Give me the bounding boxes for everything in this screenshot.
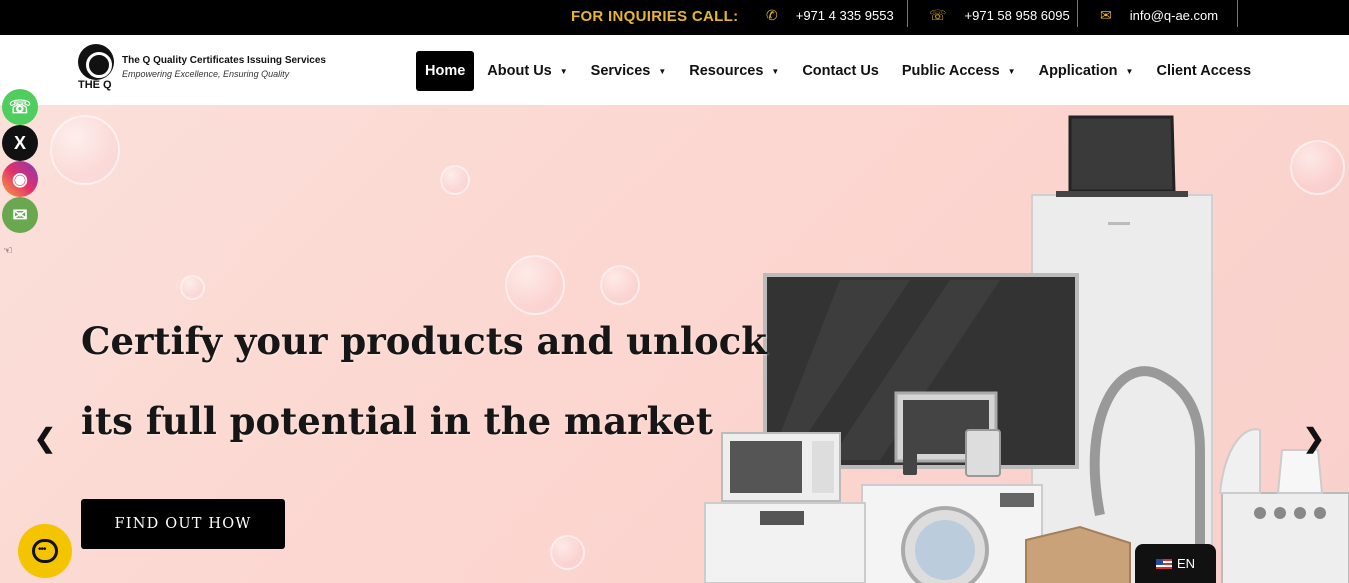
hero-headline-line2: its full potential in the market (81, 399, 713, 443)
logo-title[interactable]: The Q Quality Certificates Issuing Servi… (122, 55, 326, 66)
nav-services[interactable]: Services ▼ (582, 51, 676, 91)
whatsapp-icon: ☏ (929, 6, 947, 23)
chevron-left-icon[interactable]: ❮ (34, 423, 56, 454)
chat-bubble-icon (32, 539, 58, 563)
nav-label: Public Access (901, 63, 1000, 79)
nav-resources[interactable]: Resources ▼ (680, 51, 788, 91)
logo-word: THE Q (78, 79, 112, 91)
chevron-right-icon[interactable]: ❯ (1303, 423, 1325, 454)
site-header: THE Q The Q Quality Certificates Issuing… (0, 35, 1349, 105)
bubble-decoration (550, 535, 585, 570)
hero-slider: Certify your products and unlock its ful… (0, 105, 1349, 583)
bubble-decoration (50, 115, 120, 185)
caret-down-icon: ▼ (1125, 66, 1134, 76)
email-contact[interactable]: ✉ info@q-ae.com (1100, 3, 1218, 27)
caret-down-icon: ▼ (1007, 66, 1016, 76)
phone-number: +971 4 335 9553 (795, 7, 894, 23)
logo-icon[interactable] (78, 44, 114, 80)
instagram-share-icon[interactable]: ◉ (2, 161, 38, 197)
bubble-decoration (440, 165, 470, 195)
phone-contact[interactable]: ✆ +971 4 335 9553 (766, 3, 894, 27)
caret-down-icon: ▼ (658, 66, 667, 76)
us-flag-icon (1155, 558, 1172, 569)
bubble-decoration (600, 265, 640, 305)
whatsapp-contact[interactable]: ☏ +971 58 958 6095 (929, 3, 1070, 27)
logo-tagline: Empowering Excellence, Ensuring Quality (122, 69, 290, 79)
divider (1077, 0, 1078, 27)
nav-label: Resources (689, 63, 764, 79)
nav-label: Application (1038, 63, 1118, 79)
nav-public-access[interactable]: Public Access ▼ (893, 51, 1025, 91)
x-share-icon[interactable]: X (2, 125, 38, 161)
email-address: info@q-ae.com (1129, 7, 1219, 23)
collapse-hand-icon[interactable]: ☜ (3, 244, 13, 257)
email-icon: ✉ (1100, 6, 1112, 23)
nav-label: Contact Us (802, 63, 879, 79)
chat-widget-button[interactable] (18, 524, 72, 578)
language-switcher[interactable]: EN (1135, 544, 1216, 583)
nav-label: About Us (487, 63, 552, 79)
hero-headline-line1: Certify your products and unlock (81, 319, 767, 363)
nav-home[interactable]: Home (416, 51, 475, 91)
email-share-icon[interactable]: ✉ (2, 197, 38, 233)
nav-label: Client Access (1156, 63, 1252, 79)
main-nav: Home About Us ▼ Services ▼ Resources ▼ C… (416, 51, 1265, 91)
divider (1237, 0, 1238, 27)
language-label: EN (1176, 556, 1196, 571)
nav-contact-us[interactable]: Contact Us (793, 51, 888, 91)
caret-down-icon: ▼ (559, 66, 568, 76)
whatsapp-share-icon[interactable]: ☏ (2, 89, 38, 125)
nav-client-access[interactable]: Client Access (1147, 51, 1260, 91)
appliances-illustration (704, 115, 1349, 583)
nav-label: Services (590, 63, 651, 79)
top-contact-bar: FOR INQUIRIES CALL: ✆ +971 4 335 9553 ☏ … (0, 0, 1349, 35)
bubble-decoration (180, 275, 205, 300)
nav-label: Home (425, 63, 466, 79)
whatsapp-number: +971 58 958 6095 (964, 7, 1070, 23)
caret-down-icon: ▼ (771, 66, 780, 76)
inquiries-label: FOR INQUIRIES CALL: (571, 8, 739, 25)
phone-icon: ✆ (766, 6, 778, 23)
nav-about-us[interactable]: About Us ▼ (478, 51, 576, 91)
find-out-how-button[interactable]: FIND OUT HOW (81, 499, 285, 549)
bubble-decoration (505, 255, 565, 315)
nav-application[interactable]: Application ▼ (1030, 51, 1143, 91)
divider (907, 0, 908, 27)
